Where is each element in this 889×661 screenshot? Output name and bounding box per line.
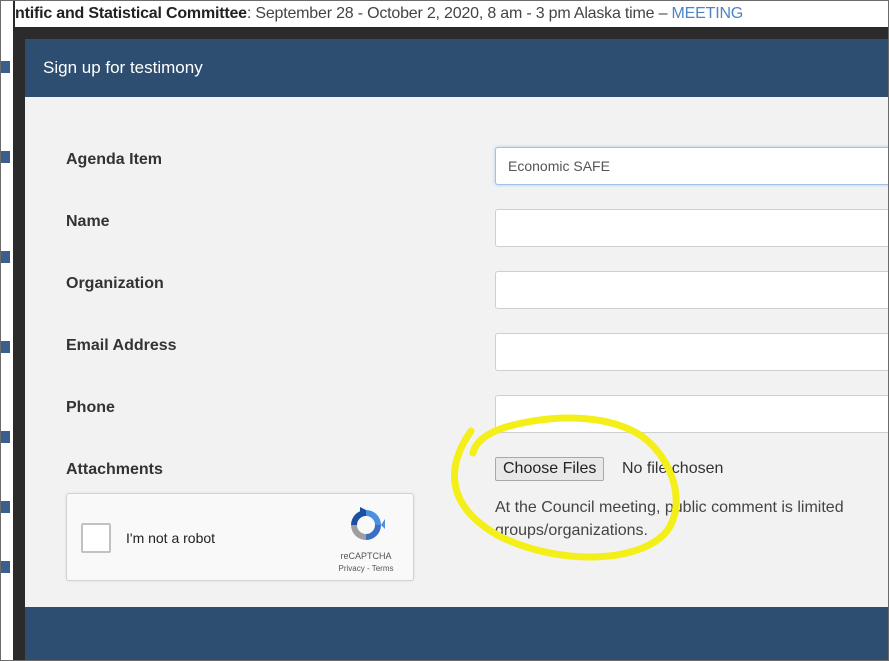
background-committee-name: ntific and Statistical Committee	[15, 5, 247, 22]
choose-files-button[interactable]: Choose Files	[495, 457, 605, 481]
attachments-help-text: At the Council meeting, public comment i…	[495, 496, 888, 542]
email-label: Email Address	[66, 337, 177, 354]
recaptcha-checkbox[interactable]	[81, 523, 111, 553]
phone-input[interactable]	[495, 395, 888, 433]
modal-header: Sign up for testimony	[25, 39, 888, 97]
modal-body: Agenda Item Name Organization Email Addr…	[25, 97, 888, 607]
background-meeting-link[interactable]: MEETING	[672, 5, 744, 22]
recaptcha-brand: reCAPTCHA	[340, 551, 392, 561]
agenda-item-label: Agenda Item	[66, 151, 163, 168]
recaptcha-logo-icon	[351, 507, 385, 540]
email-input[interactable]	[495, 333, 888, 371]
phone-label: Phone	[66, 399, 115, 416]
name-label: Name	[66, 213, 110, 230]
page-left-edge	[1, 1, 13, 660]
recaptcha-label: I'm not a robot	[126, 530, 216, 546]
screenshot-frame: ntific and Statistical Committee: Septem…	[0, 0, 889, 661]
organization-input[interactable]	[495, 271, 888, 309]
name-input[interactable]	[495, 209, 888, 247]
attachments-label: Attachments	[66, 461, 163, 478]
recaptcha-terms-link[interactable]: Privacy - Terms	[317, 564, 415, 573]
help-line-2: groups/organizations.	[495, 522, 648, 539]
background-meeting-dates: : September 28 - October 2, 2020, 8 am -…	[246, 5, 672, 22]
agenda-item-input[interactable]	[495, 147, 888, 185]
modal-title: Sign up for testimony	[43, 58, 203, 77]
help-line-1: At the Council meeting, public comment i…	[495, 499, 844, 516]
organization-label: Organization	[66, 275, 164, 292]
background-meeting-line: ntific and Statistical Committee: Septem…	[15, 1, 888, 27]
modal-footer	[25, 607, 888, 660]
recaptcha-widget: I'm not a robot reCAPTCHA Privacy - Term…	[66, 493, 414, 581]
file-status-text: No file chosen	[622, 460, 724, 477]
